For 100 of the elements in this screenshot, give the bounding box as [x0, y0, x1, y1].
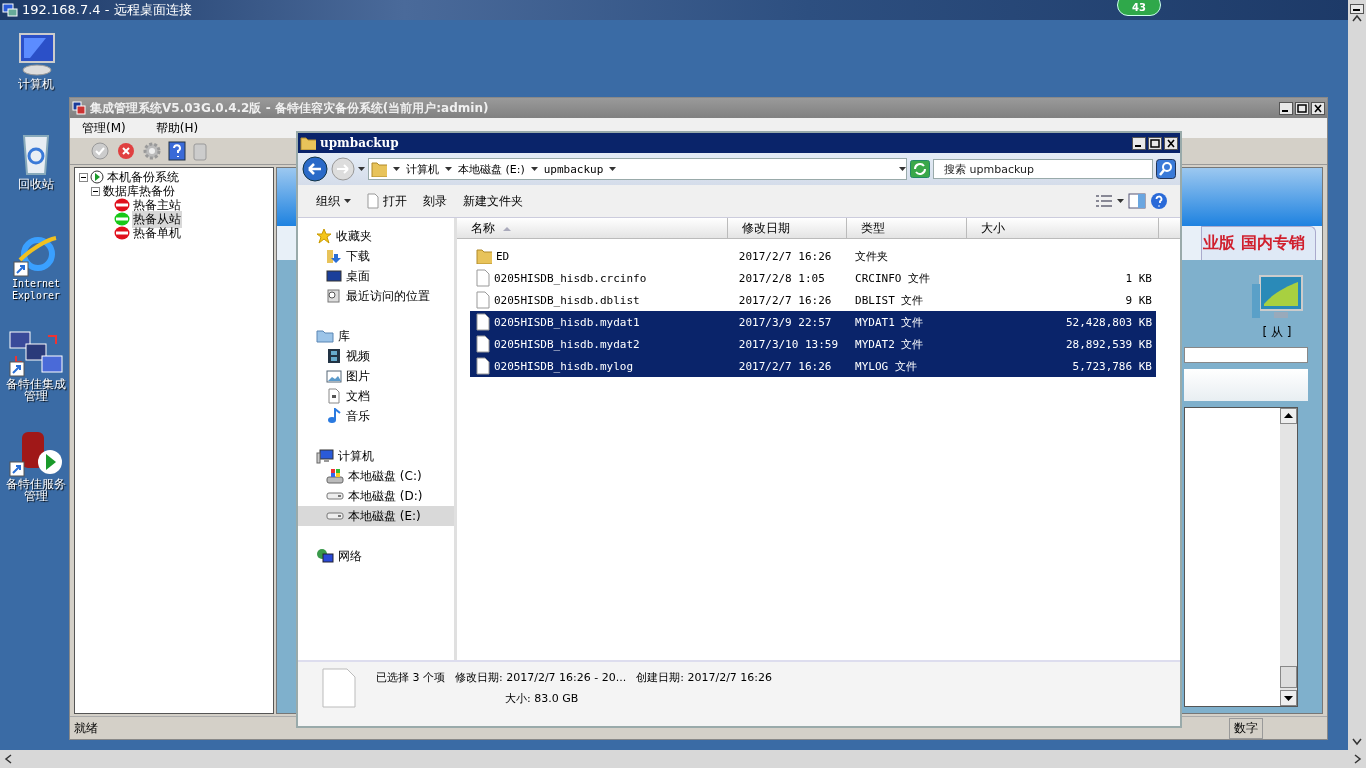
nav-item[interactable]: 音乐 [298, 406, 454, 426]
nav-item[interactable]: 文档 [298, 386, 454, 406]
picture-icon [326, 368, 342, 384]
table-cell: MYLOG 文件 [855, 358, 917, 374]
column-header[interactable]: 名称 [457, 218, 728, 238]
breadcrumb-item[interactable]: upmbackup [543, 162, 604, 176]
scroll-up-icon[interactable] [1352, 14, 1362, 22]
input-field[interactable] [1184, 347, 1308, 363]
column-header[interactable]: 修改日期 [728, 218, 847, 238]
table-cell: 2017/2/7 16:26 [738, 293, 832, 307]
count-badge: 43 [1117, 0, 1161, 16]
table-cell: 52,428,803 KB [1065, 315, 1152, 329]
table-cell: 2017/2/8 1:05 [738, 271, 825, 285]
monitor-icon [326, 268, 342, 284]
refresh-icon[interactable] [910, 160, 930, 178]
address-caret-icon[interactable] [899, 166, 906, 172]
nav-item[interactable]: 本地磁盘 (C:) [298, 466, 454, 486]
window-title: 集成管理系统V5.03G.0.4.2版 - 备特佳容灾备份系统(当前用户:admin) [90, 99, 490, 117]
view-caret-icon[interactable] [1117, 198, 1124, 204]
modified-date: 修改日期: 2017/2/7 16:26 - 20... [455, 670, 627, 685]
desktop-shortcut[interactable]: 备特佳集成管理 [4, 330, 68, 412]
file-icon [476, 313, 490, 331]
file-icon [476, 291, 490, 309]
scroll-down-icon[interactable] [1280, 690, 1297, 706]
remote-desktop-icon [2, 3, 18, 17]
toolbar-button[interactable]: 打开 [361, 189, 413, 213]
toolbar-button[interactable]: 新建文件夹 [457, 189, 529, 213]
nav-item[interactable]: 视频 [298, 346, 454, 366]
scroll-right-icon[interactable] [1354, 754, 1362, 764]
sort-arrow-icon [503, 225, 511, 231]
desktop-shortcut[interactable]: 计算机 [4, 30, 68, 112]
desktop-shortcut[interactable]: 备特佳服务管理 [4, 430, 68, 512]
file-row[interactable]: 0205HISDB_hisdb.mydat1 2017/3/9 22:57 MYDAT1 文件 52,428,803 KB [470, 311, 1156, 333]
nav-item[interactable]: 网络 [298, 546, 454, 566]
stop-icon[interactable] [116, 141, 136, 161]
table-cell: 文件夹 [855, 248, 889, 264]
chevron-icon[interactable] [530, 166, 538, 172]
close-icon[interactable] [1311, 101, 1325, 115]
column-header[interactable]: 类型 [847, 218, 967, 238]
nav-item[interactable]: 图片 [298, 366, 454, 386]
breadcrumb-item[interactable]: 本地磁盘 (E:) [458, 161, 525, 177]
address-bar[interactable]: 计算机 本地磁盘 (E:) upmbackup [368, 158, 907, 180]
chevron-icon[interactable] [609, 166, 617, 172]
music-note-icon [326, 408, 342, 424]
restore-icon[interactable] [1350, 4, 1364, 14]
chevron-icon[interactable] [445, 166, 452, 172]
menu-item[interactable]: 管理(M) [82, 119, 126, 137]
help-icon[interactable] [1150, 192, 1168, 210]
caret-icon[interactable] [344, 198, 351, 204]
desktop-shortcut[interactable]: 回收站 [4, 130, 68, 212]
menu-item[interactable]: 帮助(H) [155, 119, 199, 137]
film-icon [326, 348, 342, 364]
scroll-thumb[interactable] [1280, 666, 1297, 688]
close-icon[interactable] [1164, 136, 1178, 150]
nav-item[interactable]: 下载 [298, 246, 454, 266]
table-cell: 2017/2/7 16:26 [738, 249, 832, 263]
back-icon[interactable] [302, 156, 328, 182]
file-name: 0205HISDB_hisdb.dblist [494, 293, 640, 307]
search-field[interactable]: 搜索 upmbackup [933, 159, 1153, 179]
check-icon[interactable] [90, 141, 110, 161]
chevron-icon[interactable] [393, 166, 400, 172]
collapse-icon[interactable] [79, 172, 88, 182]
file-row[interactable]: 0205HISDB_hisdb.crcinfo 2017/2/8 1:05 CRCINFO 文件 1 KB [470, 267, 1156, 289]
network-icon [316, 548, 334, 564]
nav-item[interactable]: 库 [298, 326, 454, 346]
file-row[interactable]: ED 2017/2/7 16:26 文件夹 [470, 245, 1156, 267]
nav-item[interactable]: 最近访问的位置 [298, 286, 454, 306]
total-size: 大小: 83.0 GB [504, 691, 580, 706]
nav-item[interactable]: 收藏夹 [298, 226, 454, 246]
nav-item[interactable]: 计算机 [298, 446, 454, 466]
file-row[interactable]: 0205HISDB_hisdb.dblist 2017/2/7 16:26 DBLIST 文件 9 KB [470, 289, 1156, 311]
nav-item[interactable]: 桌面 [298, 266, 454, 286]
history-caret-icon[interactable] [358, 166, 365, 172]
service-play-icon [8, 430, 64, 478]
nav-item[interactable]: 本地磁盘 (D:) [298, 486, 454, 506]
minimize-icon[interactable] [1279, 101, 1293, 115]
column-header[interactable]: 大小 [967, 218, 1159, 238]
file-name: 0205HISDB_hisdb.mydat1 [494, 315, 640, 329]
minimize-icon[interactable] [1132, 136, 1146, 150]
search-icon[interactable] [1156, 159, 1176, 179]
breadcrumb-item[interactable]: 计算机 [406, 161, 439, 177]
maximize-icon[interactable] [1148, 136, 1162, 150]
maximize-icon[interactable] [1295, 101, 1309, 115]
file-row[interactable]: 0205HISDB_hisdb.mydat2 2017/3/10 13:59 MYDAT2 文件 28,892,539 KB [470, 333, 1156, 355]
status-text: 就绪 [74, 719, 98, 737]
tree-item[interactable]: 热备从站 [132, 210, 182, 228]
nav-item[interactable]: 本地磁盘 (E:) [298, 506, 454, 526]
toolbar-button[interactable]: 刻录 [417, 189, 453, 213]
toolbar-button[interactable]: 组织 [310, 189, 357, 213]
desktop-shortcut[interactable]: Internet Explorer [4, 230, 68, 312]
banner-tab[interactable]: 业版 国内专销 [1201, 226, 1316, 260]
scroll-down-icon[interactable] [1352, 738, 1362, 746]
play-icon [90, 170, 104, 184]
file-name: 0205HISDB_hisdb.mydat2 [494, 337, 640, 351]
help-icon[interactable] [168, 141, 186, 161]
scroll-left-icon[interactable] [4, 754, 12, 764]
collapse-icon[interactable] [91, 186, 100, 196]
file-name: 0205HISDB_hisdb.crcinfo [494, 271, 647, 285]
scroll-up-icon[interactable] [1280, 408, 1297, 424]
file-row[interactable]: 0205HISDB_hisdb.mylog 2017/2/7 16:26 MYLOG 文件 5,723,786 KB [470, 355, 1156, 377]
